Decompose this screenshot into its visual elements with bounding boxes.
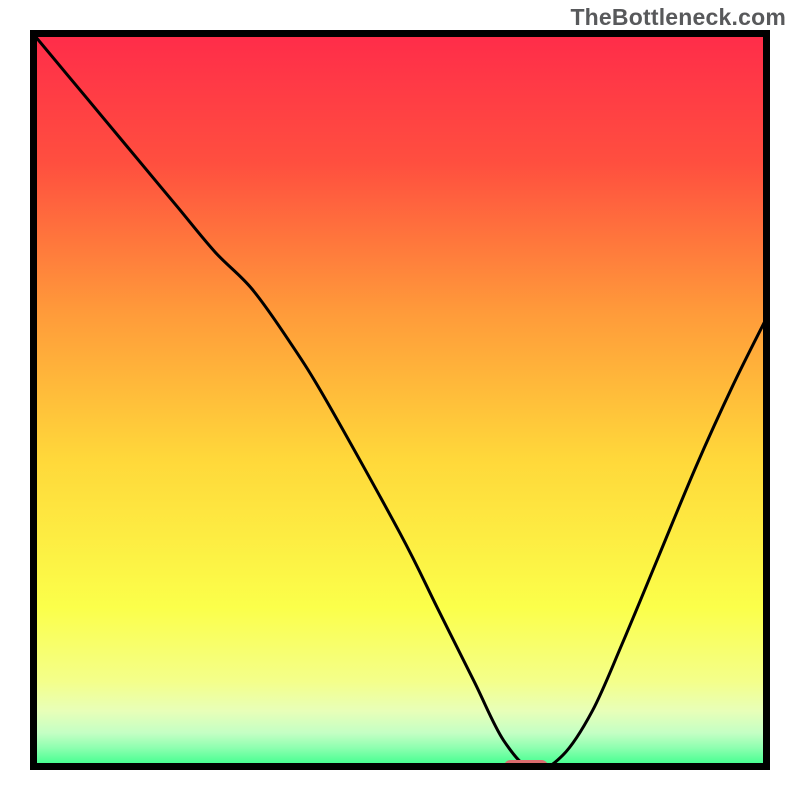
attribution-text: TheBottleneck.com — [570, 4, 786, 31]
optimal-marker — [504, 760, 548, 770]
plot-area — [30, 30, 770, 770]
bottleneck-curve — [30, 30, 770, 770]
chart-frame: TheBottleneck.com — [0, 0, 800, 800]
